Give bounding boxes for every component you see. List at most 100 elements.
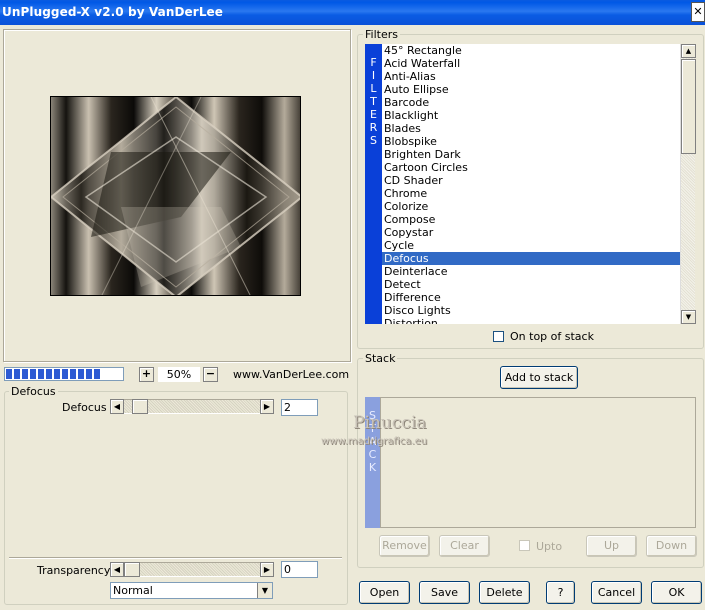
open-button[interactable]: Open xyxy=(359,581,410,604)
ok-button[interactable]: OK xyxy=(651,581,702,604)
slider-track[interactable] xyxy=(124,399,260,414)
filter-item[interactable]: Brighten Dark xyxy=(382,148,680,161)
filter-item[interactable]: Copystar xyxy=(382,226,680,239)
preview-image xyxy=(50,96,301,296)
filter-item[interactable]: Blobspike xyxy=(382,135,680,148)
watermark-url: www.madrigrafica.eu xyxy=(321,436,428,447)
window-title: UnPlugged-X v2.0 by VanDerLee xyxy=(2,5,224,19)
remove-button[interactable]: Remove xyxy=(379,535,430,557)
slider-left-icon[interactable]: ◀ xyxy=(110,562,124,577)
preview-artwork xyxy=(51,97,300,295)
on-top-checkbox[interactable] xyxy=(493,331,504,342)
blend-mode-value: Normal xyxy=(113,584,153,597)
filter-item[interactable]: Blacklight xyxy=(382,109,680,122)
vertical-letter: I xyxy=(371,69,376,82)
chevron-down-icon[interactable]: ▼ xyxy=(257,583,272,598)
progress-segment xyxy=(62,369,68,379)
filter-item[interactable]: Compose xyxy=(382,213,680,226)
transparency-value-field[interactable]: 0 xyxy=(281,561,318,578)
website-link[interactable]: www.VanDerLee.com xyxy=(233,368,349,381)
blend-mode-select[interactable]: Normal ▼ xyxy=(110,582,273,599)
params-group-title: Defocus xyxy=(9,385,58,398)
save-button[interactable]: Save xyxy=(419,581,470,604)
close-icon[interactable]: ✕ xyxy=(691,2,705,22)
slider-thumb[interactable] xyxy=(124,562,140,577)
progress-segment xyxy=(14,369,20,379)
add-to-stack-button[interactable]: Add to stack xyxy=(500,366,578,389)
filter-item[interactable]: Cartoon Circles xyxy=(382,161,680,174)
defocus-slider[interactable]: ◀ ▶ xyxy=(110,399,274,414)
vertical-letter: C xyxy=(368,448,377,461)
filter-item[interactable]: Acid Waterfall xyxy=(382,57,680,70)
vertical-letter: L xyxy=(370,82,377,95)
watermark-name: Pinuccia xyxy=(353,413,427,433)
stack-group-title: Stack xyxy=(363,352,398,365)
clear-button[interactable]: Clear xyxy=(439,535,490,557)
on-top-label: On top of stack xyxy=(510,330,594,343)
filter-item[interactable]: Detect xyxy=(382,278,680,291)
defocus-value-field[interactable]: 2 xyxy=(281,399,318,416)
slider-right-icon[interactable]: ▶ xyxy=(260,562,274,577)
vertical-letter: T xyxy=(370,95,377,108)
progress-segment xyxy=(70,369,76,379)
progress-segment xyxy=(38,369,44,379)
filter-item[interactable]: Deinterlace xyxy=(382,265,680,278)
filter-item[interactable]: Difference xyxy=(382,291,680,304)
filter-item[interactable]: 45° Rectangle xyxy=(382,44,680,57)
filter-item[interactable]: Barcode xyxy=(382,96,680,109)
filters-strip: FILTERS xyxy=(365,44,382,324)
delete-button[interactable]: Delete xyxy=(479,581,530,604)
defocus-label: Defocus xyxy=(62,401,107,414)
filter-item[interactable]: Disco Lights xyxy=(382,304,680,317)
filter-item[interactable]: Blades xyxy=(382,122,680,135)
progress-segment xyxy=(86,369,92,379)
filter-item[interactable]: CD Shader xyxy=(382,174,680,187)
title-bar: UnPlugged-X v2.0 by VanDerLee ✕ xyxy=(0,0,705,25)
cancel-button[interactable]: Cancel xyxy=(591,581,642,604)
progress-segment xyxy=(94,369,100,379)
slider-left-icon[interactable]: ◀ xyxy=(110,399,124,414)
filters-vertical-label: FILTERS xyxy=(365,56,382,147)
filter-item[interactable]: Anti-Alias xyxy=(382,70,680,83)
progress-segment xyxy=(6,369,12,379)
filter-item[interactable]: Colorize xyxy=(382,200,680,213)
filters-list[interactable]: 45° Rectangle Acid Waterfall Anti-Alias Aut… xyxy=(382,44,680,324)
scroll-down-icon[interactable]: ▼ xyxy=(681,310,696,324)
vertical-letter: R xyxy=(369,121,378,134)
preview-panel xyxy=(3,29,351,362)
progress-bar xyxy=(4,367,124,381)
progress-segment xyxy=(54,369,60,379)
down-button[interactable]: Down xyxy=(646,535,697,557)
progress-segment xyxy=(22,369,28,379)
filter-item[interactable]: Auto Ellipse xyxy=(382,83,680,96)
filters-scrollbar[interactable]: ▲ ▼ xyxy=(680,44,696,324)
up-button[interactable]: Up xyxy=(586,535,637,557)
filter-item[interactable]: Cycle xyxy=(382,239,680,252)
help-button[interactable]: ? xyxy=(546,581,575,604)
zoom-in-button[interactable]: + xyxy=(139,367,154,382)
slider-right-icon[interactable]: ▶ xyxy=(260,399,274,414)
slider-thumb[interactable] xyxy=(132,399,148,414)
filter-item[interactable]: Chrome xyxy=(382,187,680,200)
upto-checkbox[interactable] xyxy=(519,540,530,551)
slider-track[interactable] xyxy=(124,562,260,577)
progress-segment xyxy=(78,369,84,379)
scroll-thumb[interactable] xyxy=(681,59,696,154)
zoom-level: 50% xyxy=(158,367,200,382)
vertical-letter: S xyxy=(370,134,377,147)
vertical-letter: K xyxy=(368,461,377,474)
progress-segment xyxy=(46,369,52,379)
transparency-label: Transparency xyxy=(37,564,111,577)
vertical-letter: E xyxy=(370,108,377,121)
transparency-slider[interactable]: ◀ ▶ xyxy=(110,562,274,577)
progress-segment xyxy=(30,369,36,379)
scroll-up-icon[interactable]: ▲ xyxy=(681,44,696,58)
filter-item[interactable]: Defocus xyxy=(382,252,680,265)
stack-list[interactable] xyxy=(380,397,696,528)
filter-item[interactable]: Distortion xyxy=(382,317,680,324)
divider xyxy=(9,557,342,558)
filters-group-title: Filters xyxy=(363,28,400,41)
vertical-letter: F xyxy=(370,56,377,69)
upto-label: Upto xyxy=(536,540,563,553)
zoom-out-button[interactable]: − xyxy=(203,367,218,382)
